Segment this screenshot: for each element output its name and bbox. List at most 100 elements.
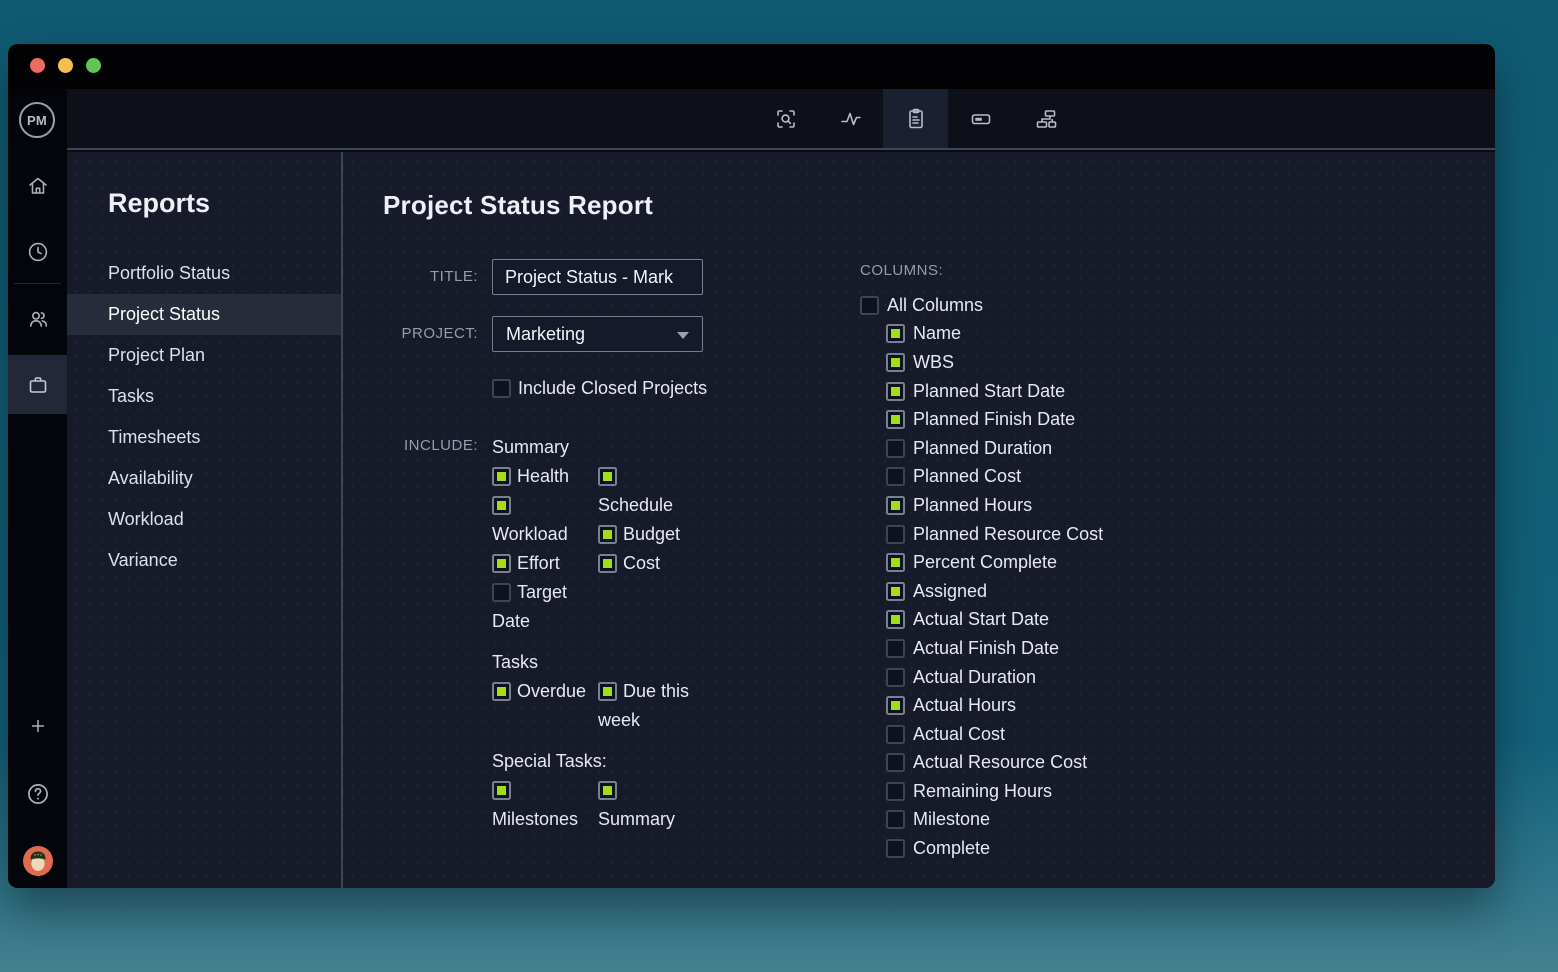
- include-checkbox[interactable]: Summary: [598, 776, 696, 834]
- column-checkbox-row[interactable]: Planned Resource Cost: [886, 520, 1103, 549]
- column-checkbox-row[interactable]: Percent Complete: [886, 548, 1103, 577]
- column-checkbox-row[interactable]: Actual Finish Date: [886, 634, 1103, 663]
- page-title: Project Status Report: [383, 190, 653, 221]
- column-checkbox-row[interactable]: Planned Hours: [886, 491, 1103, 520]
- checkbox-box[interactable]: [492, 554, 511, 573]
- column-label: Planned Start Date: [913, 381, 1065, 402]
- tasks-col-2: Due this week: [598, 677, 696, 735]
- checkbox-box[interactable]: [598, 682, 617, 701]
- checkbox-box[interactable]: [886, 839, 905, 858]
- clock-icon[interactable]: [18, 232, 58, 272]
- include-checkbox[interactable]: Health: [492, 462, 590, 491]
- checkbox-box[interactable]: [886, 496, 905, 515]
- column-checkbox-row[interactable]: Name: [886, 320, 1103, 349]
- scan-search-icon[interactable]: [753, 89, 818, 148]
- column-checkbox-row[interactable]: Actual Cost: [886, 720, 1103, 749]
- column-checkbox-row[interactable]: Actual Duration: [886, 663, 1103, 692]
- column-checkbox-row[interactable]: Milestone: [886, 806, 1103, 835]
- sidebar-report-item[interactable]: Workload: [67, 499, 341, 540]
- home-icon[interactable]: [18, 166, 58, 206]
- column-checkbox-row[interactable]: Planned Duration: [886, 434, 1103, 463]
- help-icon[interactable]: [18, 774, 58, 814]
- column-checkbox-row[interactable]: Actual Hours: [886, 691, 1103, 720]
- include-checkbox[interactable]: Schedule: [598, 462, 696, 520]
- special-tasks-col-1: Milestones: [492, 776, 590, 834]
- include-closed-projects-checkbox[interactable]: Include Closed Projects: [383, 378, 716, 399]
- card-bar-icon[interactable]: [948, 89, 1013, 148]
- nav-rail: PM: [8, 89, 67, 888]
- column-checkbox-row[interactable]: Planned Start Date: [886, 377, 1103, 406]
- checkbox-box[interactable]: [886, 782, 905, 801]
- column-checkbox-row[interactable]: Actual Start Date: [886, 606, 1103, 635]
- workflow-icon[interactable]: [1013, 89, 1078, 148]
- report-title-input[interactable]: [492, 259, 703, 295]
- checkbox-box[interactable]: [886, 553, 905, 572]
- user-avatar[interactable]: [18, 841, 58, 881]
- sidebar-report-item[interactable]: Timesheets: [67, 417, 341, 458]
- checkbox-box[interactable]: [886, 410, 905, 429]
- sidebar-report-item[interactable]: Portfolio Status: [67, 253, 341, 294]
- all-columns-checkbox[interactable]: All Columns: [860, 291, 1103, 320]
- checkbox-box[interactable]: [598, 467, 617, 486]
- sidebar-report-item[interactable]: Variance: [67, 540, 341, 581]
- checkbox-box[interactable]: [886, 668, 905, 687]
- checkbox-box[interactable]: [886, 696, 905, 715]
- clipboard-report-icon[interactable]: [883, 89, 948, 148]
- close-window-button[interactable]: [30, 58, 45, 73]
- checkbox-box[interactable]: [886, 725, 905, 744]
- sidebar-report-item[interactable]: Project Status: [67, 294, 341, 335]
- include-checkbox[interactable]: Milestones: [492, 776, 590, 834]
- briefcase-icon[interactable]: [8, 355, 67, 414]
- include-checkbox[interactable]: Effort: [492, 549, 590, 578]
- checkbox-box[interactable]: [886, 467, 905, 486]
- checkbox-box[interactable]: [860, 296, 879, 315]
- checkbox-box[interactable]: [886, 353, 905, 372]
- minimize-window-button[interactable]: [58, 58, 73, 73]
- checkbox-box[interactable]: [598, 554, 617, 573]
- checkbox-box[interactable]: [492, 467, 511, 486]
- checkbox-box[interactable]: [492, 496, 511, 515]
- include-checkbox[interactable]: Workload: [492, 491, 590, 549]
- checkbox-box[interactable]: [886, 525, 905, 544]
- include-checkbox[interactable]: Budget: [598, 520, 696, 549]
- checkbox-box[interactable]: [886, 439, 905, 458]
- traffic-lights: [30, 58, 101, 73]
- checkbox-box[interactable]: [886, 382, 905, 401]
- sidebar-report-item[interactable]: Tasks: [67, 376, 341, 417]
- zoom-window-button[interactable]: [86, 58, 101, 73]
- checkbox-box[interactable]: [598, 525, 617, 544]
- column-label: Actual Duration: [913, 667, 1036, 688]
- checkbox-box[interactable]: [886, 610, 905, 629]
- column-checkbox-row[interactable]: Assigned: [886, 577, 1103, 606]
- checkbox-box[interactable]: [886, 753, 905, 772]
- include-checkbox[interactable]: Target Date: [492, 578, 590, 636]
- sidebar-report-item[interactable]: Project Plan: [67, 335, 341, 376]
- checkbox-box[interactable]: [492, 781, 511, 800]
- checkbox-box[interactable]: [598, 781, 617, 800]
- plus-icon[interactable]: [18, 706, 58, 746]
- checkbox-box[interactable]: [886, 810, 905, 829]
- project-dropdown[interactable]: Marketing: [492, 316, 703, 352]
- column-checkbox-row[interactable]: Complete: [886, 834, 1103, 863]
- column-checkbox-row[interactable]: Planned Finish Date: [886, 405, 1103, 434]
- sidebar-report-item[interactable]: Availability: [67, 458, 341, 499]
- activity-icon[interactable]: [818, 89, 883, 148]
- checkbox-box[interactable]: [886, 639, 905, 658]
- column-label: Remaining Hours: [913, 781, 1052, 802]
- checkbox-box[interactable]: [492, 379, 511, 398]
- column-label: Planned Cost: [913, 466, 1021, 487]
- include-checkbox[interactable]: Cost: [598, 549, 696, 578]
- people-icon[interactable]: [18, 299, 58, 339]
- checkbox-box[interactable]: [886, 582, 905, 601]
- report-config-panel: Project Status Report TITLE: PROJECT: Ma…: [343, 152, 1495, 888]
- checkbox-box[interactable]: [886, 324, 905, 343]
- include-checkbox[interactable]: Due this week: [598, 677, 696, 735]
- column-checkbox-row[interactable]: Planned Cost: [886, 463, 1103, 492]
- column-checkbox-row[interactable]: Remaining Hours: [886, 777, 1103, 806]
- checkbox-box[interactable]: [492, 583, 511, 602]
- column-checkbox-row[interactable]: WBS: [886, 348, 1103, 377]
- checkbox-box[interactable]: [492, 682, 511, 701]
- checkbox-label: Schedule: [598, 495, 673, 515]
- column-checkbox-row[interactable]: Actual Resource Cost: [886, 749, 1103, 778]
- include-checkbox[interactable]: Overdue: [492, 677, 590, 706]
